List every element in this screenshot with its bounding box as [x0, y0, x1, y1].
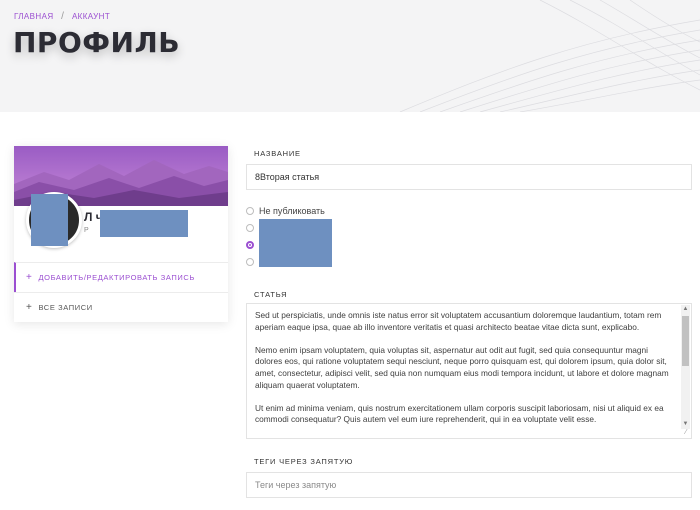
redacted-avatar-overlay — [31, 194, 68, 246]
menu-item-label: Все записи — [38, 303, 93, 312]
resize-handle-icon[interactable]: ⁄ — [682, 429, 690, 437]
plus-icon: + — [26, 302, 33, 313]
profile-card: Л ч Р + Добавить/редактировать запись + Вс… — [14, 146, 228, 322]
plus-icon: + — [26, 272, 33, 283]
publish-option-none[interactable]: Не публиковать — [246, 205, 325, 217]
menu-item-all-posts[interactable]: + Все записи — [14, 292, 228, 322]
article-paragraph: Nemo enim ipsam voluptatem, quia volupta… — [255, 344, 669, 390]
redacted-options-overlay — [259, 219, 332, 267]
article-field-label: Статья — [254, 290, 288, 299]
radio-checked-icon[interactable] — [246, 240, 254, 249]
radio-unchecked-icon[interactable] — [246, 223, 254, 232]
breadcrumb: Главная / Аккаунт — [14, 11, 110, 22]
title-field-label: Название — [254, 149, 301, 158]
scrollbar-thumb[interactable] — [682, 316, 689, 366]
decorative-waves — [399, 0, 700, 112]
article-paragraph: Sed ut perspiciatis, unde omnis iste nat… — [255, 310, 662, 332]
page-header: Главная / Аккаунт ПРОФИЛЬ — [0, 0, 700, 112]
user-subtitle: Р — [84, 227, 89, 234]
tags-field-label: Теги через запятую — [254, 457, 354, 466]
breadcrumb-separator: / — [61, 11, 65, 22]
publish-option-label: Не публиковать — [259, 206, 325, 216]
page-title: ПРОФИЛЬ — [13, 26, 181, 59]
redacted-name-overlay — [100, 210, 188, 237]
menu-item-add-edit-post[interactable]: + Добавить/редактировать запись — [14, 262, 228, 292]
article-text[interactable]: Sed ut perspiciatis, unde omnis iste nat… — [255, 310, 673, 438]
title-input[interactable] — [246, 164, 692, 190]
profile-menu: + Добавить/редактировать запись + Все запи… — [14, 262, 228, 322]
breadcrumb-current: Аккаунт — [71, 12, 111, 21]
textarea-scrollbar[interactable]: ▲ ▼ — [681, 305, 690, 429]
menu-item-label: Добавить/редактировать запись — [38, 273, 195, 282]
radio-unchecked-icon[interactable] — [246, 257, 254, 266]
tags-input[interactable] — [246, 472, 692, 498]
article-textarea[interactable]: Sed ut perspiciatis, unde omnis iste nat… — [246, 303, 692, 439]
scroll-down-arrow-icon[interactable]: ▼ — [682, 421, 689, 428]
radio-unchecked-icon[interactable] — [246, 206, 254, 215]
scroll-up-arrow-icon[interactable]: ▲ — [682, 306, 689, 313]
article-paragraph: Ut enim ad minima veniam, quis nostrum e… — [255, 402, 664, 425]
breadcrumb-home-link[interactable]: Главная — [14, 12, 54, 21]
